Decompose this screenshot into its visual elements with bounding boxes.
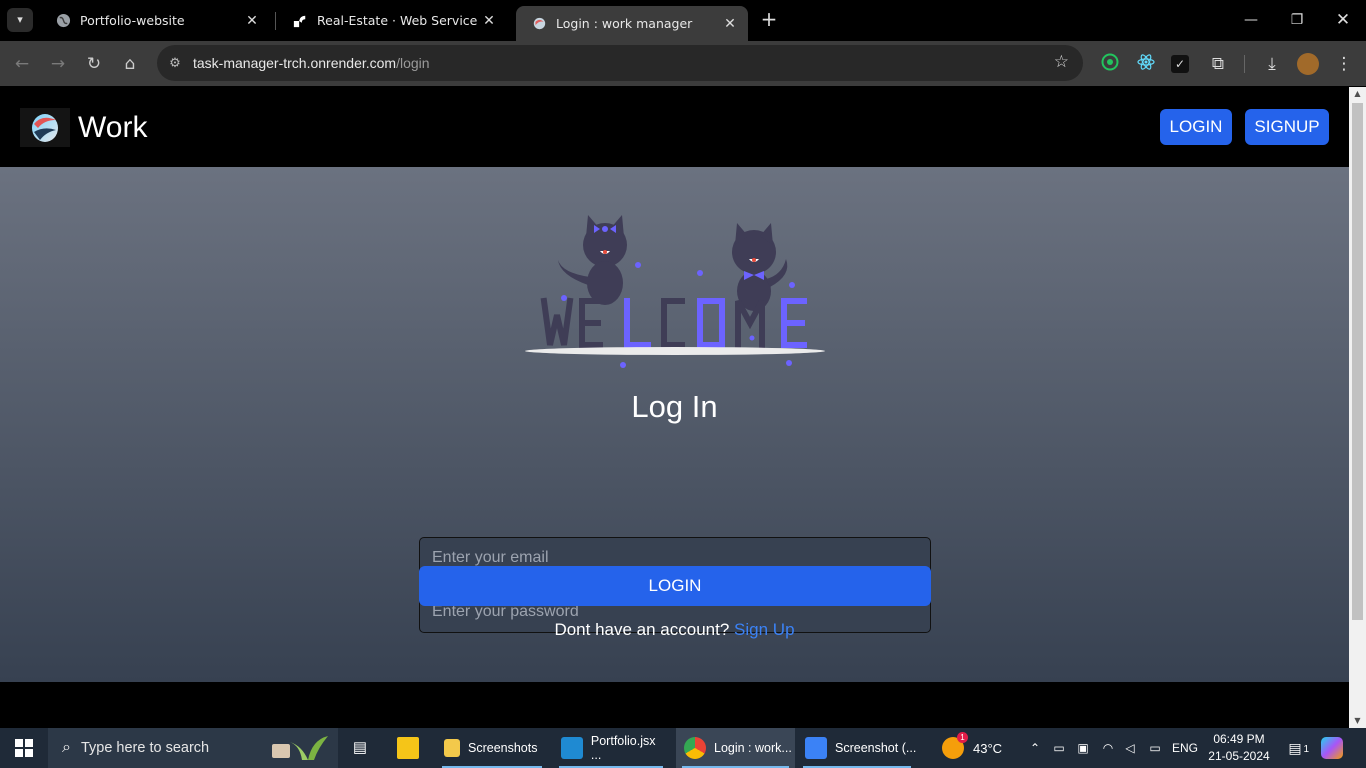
browser-menu-icon[interactable]: ⋮ [1333,53,1355,75]
browser-tab-strip: ▾ Portfolio-website ✕ Real-Estate · Web … [0,0,1366,41]
notification-count: 1 [1303,744,1309,755]
taskbar-app-label: Login : work... [714,741,792,755]
page-viewport: Work LOGIN SIGNUP Log In Enter your emai… [0,87,1349,728]
taskbar-search-box[interactable]: ⌕ Type here to search [48,728,338,768]
login-submit-button[interactable]: LOGIN [419,566,931,606]
tab-login-work-manager[interactable]: Login : work manager ✕ [516,6,748,41]
no-account-text: Dont have an account? [554,620,730,639]
browser-toolbar: ← → ↻ ⌂ ⚙ task-manager-trch.onrender.com… [0,41,1366,86]
checkbox-extension-icon[interactable]: ✓ [1171,55,1189,73]
left-cat [558,215,627,305]
url-path: /login [396,55,430,71]
photos-icon [805,737,827,759]
nav-signup-button[interactable]: SIGNUP [1245,109,1329,145]
battery-icon[interactable]: ▭ [1143,736,1167,760]
url-text: task-manager-trch.onrender.com/login [193,55,430,71]
notification-center-icon[interactable]: ▤ 1 [1283,736,1309,760]
forward-arrow-icon[interactable]: → [45,51,71,77]
taskbar-app-label: Screenshot (... [835,741,917,755]
task-view-icon[interactable]: ▤ [348,736,372,760]
folder-icon [444,739,460,757]
clock-date: 21-05-2024 [1208,749,1270,763]
site-logo-icon [531,16,547,32]
tab-search-chevron-down-icon[interactable]: ▾ [7,8,33,32]
login-section: Log In LOGIN Dont have an account? Sign … [0,167,1349,682]
close-tab-icon[interactable]: ✕ [479,13,499,29]
taskbar-search-placeholder: Type here to search [80,740,210,756]
address-bar[interactable]: ⚙ task-manager-trch.onrender.com/login ☆ [157,45,1083,81]
page-scrollbar[interactable]: ▲ ▼ [1349,87,1366,728]
weather-widget[interactable]: 1 43°C [942,728,1002,768]
new-tab-plus-icon[interactable]: + [758,8,780,32]
download-icon[interactable]: ⤓ [1261,53,1283,75]
taskbar-app-screenshots-folder[interactable]: Screenshots [436,728,548,768]
brand-logo-icon[interactable] [20,108,70,147]
scroll-down-arrow-icon[interactable]: ▼ [1349,714,1366,728]
signup-link[interactable]: Sign Up [734,620,794,639]
right-cat [732,223,788,311]
taskbar-app-label: Screenshots [468,741,538,755]
restore-icon[interactable]: ❐ [1282,8,1312,32]
close-window-icon[interactable]: ✕ [1328,8,1358,32]
performance-icon[interactable]: ▣ [1071,736,1095,760]
page-footer [0,682,1349,728]
search-highlight-image [268,734,332,762]
circle-extension-icon[interactable] [1099,53,1121,75]
weather-sun-icon: 1 [942,732,968,759]
search-icon: ⌕ [62,739,71,756]
site-info-icon[interactable]: ⚙ [166,56,184,71]
site-header: Work LOGIN SIGNUP [0,87,1349,167]
wifi-icon[interactable]: ◠ [1096,736,1120,760]
render-logo-icon [292,13,308,29]
scrollbar-thumb[interactable] [1352,103,1363,620]
sticky-notes-icon[interactable] [397,737,419,759]
signup-prompt: Dont have an account? Sign Up [0,620,1349,640]
url-host: task-manager-trch.onrender.com [193,55,397,71]
meet-now-icon[interactable]: ▭ [1047,736,1071,760]
tab-portfolio-website[interactable]: Portfolio-website ✕ [40,6,270,35]
close-tab-icon[interactable]: ✕ [242,13,262,29]
tab-divider [275,12,276,30]
back-arrow-icon[interactable]: ← [9,51,35,77]
vscode-icon [561,737,583,759]
tab-title: Real-Estate · Web Service · Render [317,13,479,28]
tab-title: Portfolio-website [80,13,185,28]
clock-time: 06:49 PM [1213,732,1265,746]
copilot-icon[interactable] [1321,737,1343,759]
puzzle-icon[interactable]: ⧉ [1207,53,1229,75]
toolbar-divider [1244,55,1245,73]
scroll-up-arrow-icon[interactable]: ▲ [1349,87,1366,101]
minimize-icon[interactable]: — [1236,8,1266,32]
weather-badge: 1 [957,732,968,743]
reload-icon[interactable]: ↻ [81,51,107,77]
tab-real-estate-render[interactable]: Real-Estate · Web Service · Render ✕ [277,6,507,35]
brand-name[interactable]: Work [78,108,147,148]
close-tab-icon[interactable]: ✕ [720,16,740,32]
tab-title: Login : work manager [556,16,693,31]
home-icon[interactable]: ⌂ [117,51,143,77]
chrome-icon [684,737,706,759]
windows-start-icon[interactable] [0,728,48,768]
windows-taskbar: ⌕ Type here to search ▤ Screenshots Port… [0,728,1366,768]
language-indicator[interactable]: ENG [1172,728,1198,768]
nav-login-button[interactable]: LOGIN [1160,109,1232,145]
react-devtools-icon[interactable] [1135,53,1157,75]
bookmark-star-icon[interactable]: ☆ [1054,52,1069,72]
welcome-cats-illustration [525,215,825,368]
profile-avatar[interactable] [1297,53,1319,75]
volume-icon[interactable]: ◁ [1118,736,1142,760]
taskbar-app-vscode[interactable]: Portfolio.jsx ... [553,728,669,768]
show-hidden-icons-chevron-up-icon[interactable]: ⌃ [1023,736,1047,760]
taskbar-app-label: Portfolio.jsx ... [590,734,656,762]
weather-temperature: 43°C [973,740,1003,756]
taskbar-app-chrome[interactable]: Login : work... [676,728,795,768]
globe-icon [55,13,71,29]
taskbar-clock[interactable]: 06:49 PM 21-05-2024 [1203,731,1275,765]
taskbar-app-photos[interactable]: Screenshot (... [797,728,917,768]
login-heading: Log In [631,389,718,424]
